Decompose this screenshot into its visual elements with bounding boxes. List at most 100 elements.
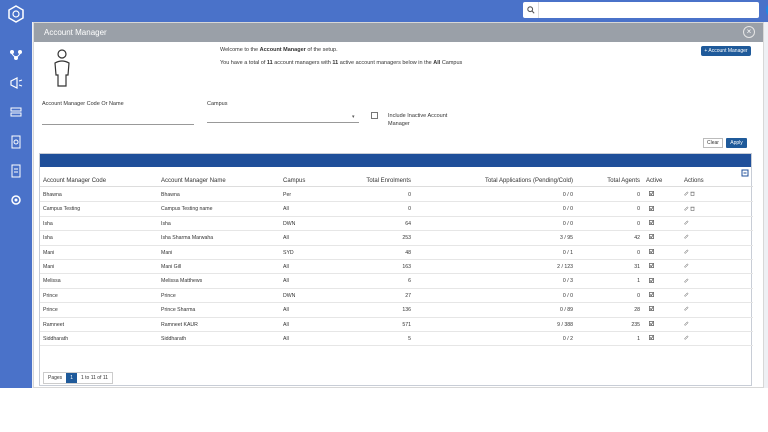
delete-icon[interactable] [690,206,695,211]
stack-icon[interactable] [9,105,23,119]
active-checkbox[interactable] [649,277,654,283]
active-checkbox[interactable] [649,248,654,255]
campus-select[interactable] [207,109,359,123]
panel-header: Account Manager × [34,23,763,42]
apply-button[interactable]: Apply [726,138,747,148]
cell-code: Isha [43,235,53,242]
active-checkbox[interactable] [649,335,654,341]
report-icon[interactable] [9,135,23,149]
edit-icon[interactable] [684,277,689,283]
clear-button[interactable]: Clear [703,138,723,148]
cell-campus: All [283,307,289,314]
checked-icon [649,277,654,283]
table-row: Bhawna Bhawna Per 0 0 / 0 0 [40,188,753,203]
cell-code: Siddharath [43,336,69,342]
network-icon[interactable] [9,48,23,62]
table-head: Account Manager Code Account Manager Nam… [40,173,753,187]
megaphone-icon[interactable] [9,76,23,90]
active-checkbox[interactable] [649,306,654,312]
cell-name: Campus Testing name [161,206,213,213]
cell-campus: All [283,264,289,270]
active-checkbox[interactable] [649,205,654,211]
checked-icon [649,205,654,211]
col-active[interactable]: Active [646,178,662,184]
top-bar: R [32,0,768,22]
code-filter-underline [42,124,194,125]
include-inactive-label-line2: Manager [388,121,410,127]
settings-icon[interactable] [9,193,23,207]
row-actions [684,249,689,255]
logo-icon[interactable] [6,4,26,24]
cell-agents: 1 [637,278,640,285]
cell-applications: 0 / 2 [562,336,573,342]
edit-icon[interactable] [684,263,689,268]
pagination: Pages 1 1 to 11 of 11 [43,372,114,384]
close-icon[interactable]: × [743,26,755,38]
table-row: Prince Prince DWN 27 0 / 0 0 [40,289,753,304]
cell-code: Mani [43,249,55,256]
col-code[interactable]: Account Manager Code [43,178,106,184]
checked-icon [649,320,654,326]
add-account-manager-button[interactable]: + Account Manager [701,46,751,56]
include-inactive-checkbox[interactable] [371,112,378,119]
search-input[interactable] [539,3,759,17]
table-row: Siddharath Siddharath All 5 0 / 2 1 [40,332,753,347]
cell-campus: All [283,336,289,342]
edit-icon[interactable] [684,249,689,254]
edit-icon[interactable] [684,335,689,340]
code-filter-input[interactable] [42,111,194,123]
panel-title: Account Manager [44,28,107,37]
active-checkbox[interactable] [649,320,654,327]
active-checkbox[interactable] [649,191,654,197]
row-actions [684,220,689,226]
edit-icon[interactable] [684,234,689,239]
cell-campus: All [283,235,289,242]
edit-icon[interactable] [684,205,689,211]
document-icon[interactable] [9,164,23,178]
cell-applications: 0 / 0 [562,206,573,213]
cell-enrolments: 64 [405,220,411,227]
cell-applications: 0 / 1 [562,249,573,256]
col-agents[interactable]: Total Agents [607,178,640,184]
chevron-down-icon[interactable]: ▾ [352,114,355,120]
col-enrolments[interactable]: Total Enrolments [366,178,411,184]
search-icon[interactable] [523,2,539,18]
edit-icon[interactable] [684,292,689,297]
cell-name: Melissa Matthews [161,278,203,285]
page-range-text: 1 to 11 of 11 [80,375,109,381]
active-checkbox[interactable] [649,263,654,269]
person-icon [54,49,70,87]
active-checkbox[interactable] [649,292,654,298]
active-checkbox[interactable] [649,220,654,226]
cell-campus: All [283,278,289,285]
table-row: Prince Prince Sharma All 136 0 / 89 28 [40,303,753,318]
cell-applications: 2 / 123 [557,264,573,270]
cell-applications: 0 / 0 [562,292,573,299]
delete-icon[interactable] [690,191,695,196]
cell-applications: 3 / 95 [560,235,573,242]
table-row: Campus Testing Campus Testing name All 0 0 /… [40,202,753,217]
page-1-button[interactable]: 1 [66,373,77,383]
row-actions [684,292,689,298]
col-campus[interactable]: Campus [283,178,305,184]
edit-icon[interactable] [684,306,689,311]
edit-icon[interactable] [684,220,689,225]
cell-enrolments: 253 [402,235,411,242]
row-actions [684,306,689,312]
cell-code: Ramneet [43,321,65,328]
checked-icon [649,234,654,240]
campus-select-underline [207,122,359,123]
checked-icon [649,335,654,340]
col-applications[interactable]: Total Applications (Pending/Cold) [485,178,573,184]
sidebar [0,0,32,388]
cell-code: Campus Testing [43,206,81,213]
cell-agents: 42 [634,235,640,242]
cell-code: Isha [43,220,53,227]
col-name[interactable]: Account Manager Name [161,178,226,184]
checked-icon [649,220,654,225]
include-inactive-label: Include Inactive Account [388,113,448,119]
active-checkbox[interactable] [649,234,654,240]
cell-campus: DWN [283,220,296,227]
edit-icon[interactable] [684,321,689,326]
edit-icon[interactable] [684,191,689,196]
